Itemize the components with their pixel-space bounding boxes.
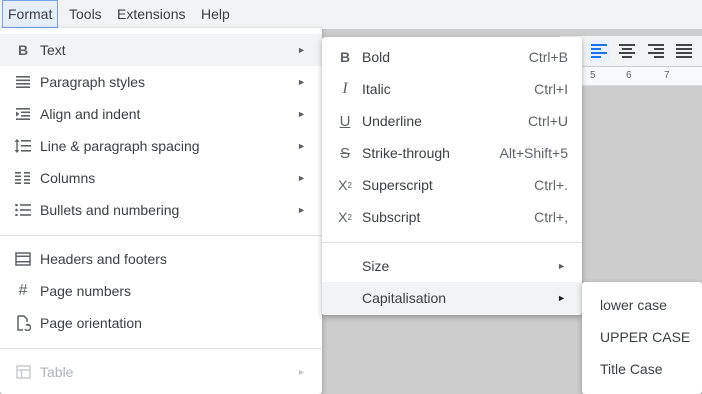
text-submenu-item-size[interactable]: Size ►	[322, 250, 582, 282]
capitalisation-submenu: lower case UPPER CASE Title Case	[582, 282, 702, 394]
submenu-arrow-icon: ►	[297, 77, 306, 87]
bold-icon: B	[17, 42, 29, 58]
align-justify-icon	[676, 44, 692, 58]
text-submenu-item-strikethrough[interactable]: S Strike-through Alt+Shift+5	[322, 137, 582, 169]
menu-bar: Format Tools Extensions Help	[0, 0, 702, 30]
menu-tools[interactable]: Tools	[64, 0, 107, 28]
strikethrough-icon: S	[339, 144, 350, 162]
menu-separator	[322, 242, 582, 243]
format-menu-item-table: Table ►	[0, 356, 322, 388]
submenu-arrow-icon: ►	[297, 173, 306, 183]
format-menu-item-bullets-numbering[interactable]: Bullets and numbering ►	[0, 194, 322, 226]
format-menu-item-columns[interactable]: Columns ►	[0, 162, 322, 194]
ruler-mark: 7	[664, 70, 670, 81]
format-menu-item-line-spacing[interactable]: Line & paragraph spacing ►	[0, 130, 322, 162]
align-right-icon	[648, 44, 664, 58]
format-menu: B Text ► Paragraph styles ► Align and in…	[0, 28, 322, 394]
capitalisation-item-title-case[interactable]: Title Case	[582, 353, 702, 385]
align-center-icon	[619, 44, 635, 58]
text-submenu-item-capitalisation[interactable]: Capitalisation ►	[322, 282, 582, 314]
columns-icon	[14, 169, 32, 187]
bulleted-list-icon	[14, 201, 32, 219]
page-orientation-icon	[14, 314, 32, 332]
subscript-icon: X2	[338, 209, 352, 225]
superscript-icon: X2	[338, 177, 352, 193]
text-submenu-item-underline[interactable]: U Underline Ctrl+U	[322, 105, 582, 137]
align-left-button[interactable]	[588, 40, 610, 62]
format-menu-item-paragraph-styles[interactable]: Paragraph styles ►	[0, 66, 322, 98]
menu-separator	[0, 348, 322, 349]
capitalisation-item-lower-case[interactable]: lower case	[582, 289, 702, 321]
line-spacing-icon	[14, 137, 32, 155]
format-menu-item-text[interactable]: B Text ►	[0, 34, 322, 66]
align-center-button[interactable]	[616, 40, 638, 62]
menu-separator	[0, 235, 322, 236]
align-right-button[interactable]	[645, 40, 667, 62]
submenu-arrow-icon: ►	[297, 109, 306, 119]
table-icon	[14, 363, 32, 381]
menu-help[interactable]: Help	[196, 0, 235, 28]
format-menu-item-headers-footers[interactable]: Headers and footers	[0, 243, 322, 275]
submenu-arrow-icon: ►	[297, 367, 306, 377]
text-submenu-item-italic[interactable]: I Italic Ctrl+I	[322, 73, 582, 105]
ruler-mark: 6	[626, 70, 632, 81]
submenu-arrow-icon: ►	[297, 141, 306, 151]
menu-format[interactable]: Format	[2, 0, 59, 28]
format-menu-item-page-orientation[interactable]: Page orientation	[0, 307, 322, 339]
header-footer-icon	[14, 250, 32, 268]
text-submenu-item-superscript[interactable]: X2 Superscript Ctrl+.	[322, 169, 582, 201]
underline-icon: U	[339, 112, 351, 130]
align-justify-button[interactable]	[673, 40, 695, 62]
align-left-icon	[591, 44, 607, 58]
format-menu-item-align-indent[interactable]: Align and indent ►	[0, 98, 322, 130]
hash-icon: #	[18, 282, 28, 299]
menu-extensions[interactable]: Extensions	[112, 0, 190, 28]
indent-icon	[14, 105, 32, 123]
format-menu-item-page-numbers[interactable]: # Page numbers	[0, 275, 322, 307]
text-submenu-item-subscript[interactable]: X2 Subscript Ctrl+,	[322, 201, 582, 233]
capitalisation-item-upper-case[interactable]: UPPER CASE	[582, 321, 702, 353]
italic-icon: I	[342, 80, 348, 97]
bold-icon: B	[339, 49, 351, 65]
paragraph-styles-icon	[14, 73, 32, 91]
submenu-arrow-icon: ►	[297, 205, 306, 215]
submenu-arrow-icon: ►	[297, 45, 306, 55]
ruler-mark: 5	[590, 70, 596, 81]
submenu-arrow-icon: ►	[557, 293, 566, 303]
text-submenu-item-bold[interactable]: B Bold Ctrl+B	[322, 41, 582, 73]
text-submenu: B Bold Ctrl+B I Italic Ctrl+I U Underlin…	[322, 37, 582, 315]
submenu-arrow-icon: ►	[557, 261, 566, 271]
